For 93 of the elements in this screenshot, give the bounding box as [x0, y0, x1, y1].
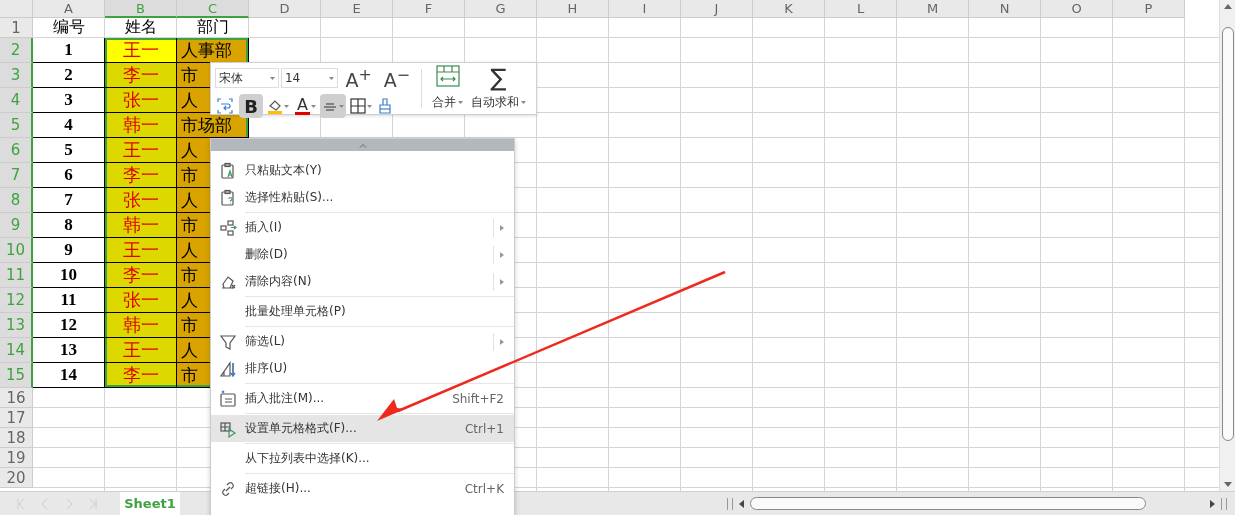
row-header[interactable]: 16	[0, 388, 33, 408]
paint-bucket-icon	[267, 98, 283, 115]
sheet-tab[interactable]: Sheet1	[120, 492, 180, 515]
clipboard-icon	[219, 161, 237, 180]
row-header[interactable]: 17	[0, 408, 33, 428]
submenu-arrow-icon	[500, 224, 504, 231]
row-header[interactable]: 13	[0, 313, 33, 338]
menu-item[interactable]: 设置单元格格式(F)... Ctrl+1	[211, 415, 514, 442]
table-cell: 韩一	[105, 213, 177, 238]
column-header[interactable]: K	[753, 0, 825, 18]
row-header[interactable]: 6	[0, 138, 33, 163]
clipboard-icon	[219, 188, 237, 207]
caret-icon	[521, 101, 526, 104]
column-header[interactable]: F	[393, 0, 465, 18]
scroll-right-icon[interactable]	[1210, 499, 1215, 508]
row-header[interactable]: 18	[0, 428, 33, 448]
table-cell: 韩一	[105, 113, 177, 138]
column-header[interactable]: L	[825, 0, 897, 18]
caret-icon	[284, 104, 289, 108]
column-header[interactable]: P	[1113, 0, 1185, 18]
column-header[interactable]: H	[537, 0, 609, 18]
submenu-arrow-icon	[500, 251, 504, 258]
column-header[interactable]: M	[897, 0, 969, 18]
borders-icon	[349, 98, 366, 115]
row-header[interactable]: 4	[0, 88, 33, 113]
scrollbar-thumb[interactable]	[1221, 27, 1234, 441]
merge-cells-icon	[435, 65, 460, 87]
row-header[interactable]: 9	[0, 213, 33, 238]
sort-icon	[219, 359, 237, 378]
splitter-grip[interactable]	[727, 497, 733, 510]
table-cell: 李一	[105, 363, 177, 388]
caret-icon	[458, 101, 463, 104]
column-header[interactable]: O	[1041, 0, 1113, 18]
menu-item[interactable]: 从下拉列表中选择(K)...	[211, 445, 514, 472]
column-header[interactable]: E	[321, 0, 393, 18]
caret-icon	[269, 76, 275, 80]
bold-button[interactable]: B	[239, 94, 263, 119]
table-cell: 韩一	[105, 313, 177, 338]
caret-icon	[338, 104, 344, 108]
merge-button[interactable]: 合并	[428, 65, 467, 111]
table-cell: 李一	[105, 63, 177, 88]
table-cell: 人事部	[177, 38, 249, 63]
filter-icon	[219, 332, 237, 351]
align-button[interactable]	[319, 94, 346, 119]
menu-item[interactable]: 超链接(H)... Ctrl+K	[211, 475, 514, 502]
row-header[interactable]: 1	[0, 18, 33, 38]
autosum-button[interactable]: ∑ 自动求和	[467, 65, 530, 111]
menu-item[interactable]: 插入批注(M)... Shift+F2	[211, 385, 514, 412]
scroll-up-icon[interactable]	[1223, 4, 1232, 9]
row-header[interactable]: 20	[0, 468, 33, 488]
link-icon	[219, 479, 237, 498]
table-cell: 王一	[105, 138, 177, 163]
table-cell: 李一	[105, 163, 177, 188]
row-header[interactable]: 15	[0, 363, 33, 388]
column-header[interactable]: G	[465, 0, 537, 18]
vertical-scrollbar[interactable]	[1219, 0, 1235, 492]
column-header[interactable]: A	[33, 0, 105, 18]
table-cell: 张一	[105, 88, 177, 113]
chevron-up-icon	[358, 142, 367, 148]
scroll-down-icon[interactable]	[1223, 482, 1232, 488]
column-header[interactable]: J	[681, 0, 753, 18]
grow-font-button[interactable]: A$^{+}$	[340, 65, 377, 92]
scroll-left-icon[interactable]	[739, 499, 744, 508]
table-cell: 王一	[105, 38, 177, 63]
caret-icon	[329, 76, 335, 80]
font-color-button[interactable]: A	[293, 94, 318, 119]
comment-icon	[219, 389, 237, 408]
table-cell: 李一	[105, 263, 177, 288]
brush-icon	[377, 98, 392, 115]
table-cell: 王一	[105, 238, 177, 263]
table-cell: 王一	[105, 338, 177, 363]
caret-icon	[366, 104, 372, 108]
table-cell: 编号	[33, 18, 105, 38]
column-header[interactable]: D	[249, 0, 321, 18]
shrink-font-button[interactable]: A$^{−}$	[378, 65, 415, 92]
format-cells-icon	[219, 419, 237, 438]
scrollbar-thumb[interactable]	[750, 497, 1146, 510]
row-header[interactable]: 2	[0, 38, 33, 63]
row-header[interactable]: 8	[0, 188, 33, 213]
splitter-grip[interactable]	[1221, 497, 1227, 510]
table-cell: 张一	[105, 288, 177, 313]
submenu-arrow-icon	[500, 278, 504, 285]
row-header[interactable]: 19	[0, 448, 33, 468]
table-cell: 张一	[105, 188, 177, 213]
column-header[interactable]: I	[609, 0, 681, 18]
column-header[interactable]: N	[969, 0, 1041, 18]
submenu-arrow-icon	[500, 338, 504, 345]
wrap-text-icon	[217, 98, 233, 115]
insert-icon	[219, 218, 237, 237]
caret-icon	[310, 104, 316, 108]
font-size-select[interactable]: 14	[280, 68, 339, 89]
row-header[interactable]: 14	[0, 338, 33, 363]
font-select[interactable]: 宋体	[215, 68, 279, 89]
